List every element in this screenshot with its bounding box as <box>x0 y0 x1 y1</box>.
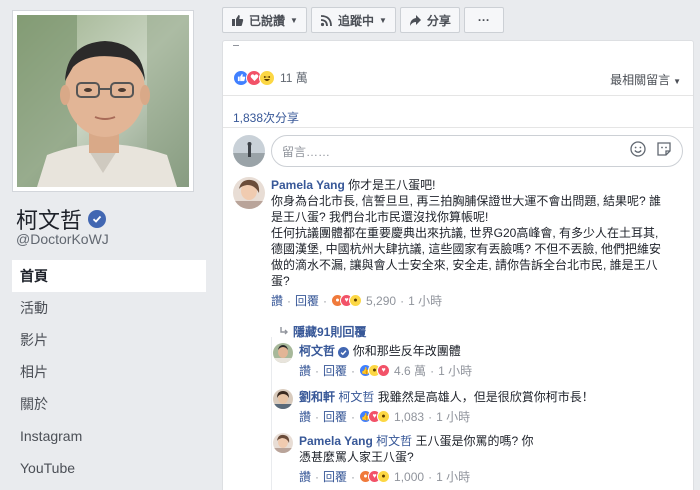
nav-item-youtube[interactable]: YouTube <box>12 452 206 484</box>
share-label: 分享 <box>426 13 451 28</box>
emoji-icon[interactable] <box>630 141 646 161</box>
reply-time[interactable]: 1 小時 <box>436 408 470 425</box>
reply-actions: 讚 · 回覆 · ● ♥ ● 1,000 · 1 小時 <box>299 468 471 485</box>
reaction-count: 11 萬 <box>280 71 308 85</box>
reply-time[interactable]: 1 小時 <box>436 468 470 485</box>
reply-link[interactable]: 回覆 <box>323 468 347 485</box>
page-nav: 首頁 活動 影片 相片 關於 Instagram YouTube <box>12 260 206 484</box>
hidden-replies-label: 隱藏91則回覆 <box>293 325 367 339</box>
reply-reactions[interactable]: 👍 ● ♥ 4.6 萬 <box>359 362 426 379</box>
verified-badge-icon <box>88 210 107 228</box>
haha-reaction-icon: ● <box>377 470 391 483</box>
nav-item-events[interactable]: 活動 <box>12 292 206 324</box>
nav-item-photos[interactable]: 相片 <box>12 356 206 388</box>
chevron-down-icon: ▼ <box>673 77 681 86</box>
reply-mention[interactable]: 柯文哲 <box>338 390 374 404</box>
comment-composer: 留言…… <box>233 135 683 167</box>
haha-reaction-icon <box>259 69 275 86</box>
reply-reactions[interactable]: 👍 ♥ ● 1,083 <box>359 410 424 424</box>
reply-mention[interactable]: 柯文哲 <box>376 434 412 448</box>
chevron-down-icon: ▼ <box>290 15 298 25</box>
following-label: 追蹤中 <box>337 13 374 28</box>
reply-time[interactable]: 1 小時 <box>438 362 472 379</box>
commenter-avatar[interactable] <box>233 177 265 209</box>
page-handle[interactable]: @DoctorKoWJ <box>16 231 109 247</box>
reply-reactions[interactable]: ● ♥ ● 1,000 <box>359 470 424 484</box>
reply-reaction-count: 1,000 <box>394 469 425 484</box>
haha-reaction-icon: ● <box>377 410 391 423</box>
reply: 柯文哲 你和那些反年改團體 讚 · 回覆 · 👍 ● ♥ 4.6 萬 · 1 小時 <box>273 343 683 379</box>
reply: Pamela Yang 柯文哲 王八蛋是你罵的嗎? 你憑甚麼罵人家王八蛋? 讚 ·… <box>273 433 683 485</box>
reply-author[interactable]: 柯文哲 <box>299 344 335 358</box>
reaction-summary[interactable]: 11 萬 <box>233 69 308 86</box>
reply-avatar[interactable] <box>273 433 293 453</box>
reply-link[interactable]: 回覆 <box>323 362 347 379</box>
divider <box>223 95 693 96</box>
profile-photo-image <box>17 15 189 187</box>
comment-input-placeholder: 留言…… <box>282 144 331 159</box>
divider <box>233 45 239 46</box>
nav-item-about[interactable]: 關於 <box>12 388 206 420</box>
reply-reaction-count: 1,083 <box>394 409 425 424</box>
reply-avatar[interactable] <box>273 343 293 363</box>
reply-text: 你和那些反年改團體 <box>352 344 461 358</box>
nav-item-instagram[interactable]: Instagram <box>12 420 206 452</box>
left-column: 柯文哲 @DoctorKoWJ 首頁 活動 影片 相片 關於 Instagram… <box>0 0 206 490</box>
current-user-avatar[interactable] <box>233 135 265 167</box>
post-card: 11 萬 最相關留言 ▼ 1,838次分享 留言…… Pamela Yang 你… <box>222 40 694 490</box>
haha-reaction-icon: ● <box>349 294 363 307</box>
liked-button[interactable]: 已說讚 ▼ <box>222 7 307 33</box>
reply: 劉和軒 柯文哲 我雖然是高雄人，但是很欣賞你柯市長！ 讚 · 回覆 · 👍 ♥ ● … <box>273 389 683 425</box>
share-button[interactable]: 分享 <box>399 7 460 33</box>
reply-avatar[interactable] <box>273 389 293 409</box>
comment-text: 你才是王八蛋吧! 你身為台北市長, 信誓旦旦, 再三拍胸脯保證世大運不會出問題,… <box>271 178 662 288</box>
following-button[interactable]: 追蹤中 ▼ <box>310 7 396 33</box>
rss-icon <box>320 14 332 26</box>
comment-input[interactable]: 留言…… <box>271 135 683 167</box>
main-column: 已說讚 ▼ 追蹤中 ▼ 分享 ··· 11 萬 最相關留言 ▼ 1,838次分享… <box>222 0 700 490</box>
chevron-down-icon: ▼ <box>378 15 387 25</box>
like-link[interactable]: 讚 <box>299 468 311 485</box>
sticker-icon[interactable] <box>656 141 672 161</box>
comment-reaction-count: 5,290 <box>366 293 397 308</box>
divider <box>223 127 693 128</box>
reply-actions: 讚 · 回覆 · 👍 ● ♥ 4.6 萬 · 1 小時 <box>299 362 473 379</box>
comment: Pamela Yang 你才是王八蛋吧! 你身為台北市長, 信誓旦旦, 再三拍胸… <box>233 177 673 309</box>
reply-actions: 讚 · 回覆 · 👍 ♥ ● 1,083 · 1 小時 <box>299 408 471 425</box>
comment-time[interactable]: 1 小時 <box>408 292 442 309</box>
share-count-link[interactable]: 1,838次分享 <box>233 109 299 126</box>
profile-picture[interactable] <box>12 10 194 192</box>
page-actions: 已說讚 ▼ 追蹤中 ▼ 分享 ··· <box>222 7 504 33</box>
comment-reactions[interactable]: ● ♥ ● 5,290 <box>331 294 396 308</box>
nav-item-home[interactable]: 首頁 <box>12 260 206 292</box>
reply-thread-line <box>271 337 272 490</box>
comment-sort-dropdown[interactable]: 最相關留言 ▼ <box>610 71 681 88</box>
reply-arrow-icon <box>279 325 289 339</box>
comment-actions: 讚 · 回覆 · ● ♥ ● 5,290 · 1 小時 <box>271 292 443 309</box>
thumbs-up-icon <box>232 14 244 26</box>
reply-reaction-count: 4.6 萬 <box>394 364 427 378</box>
liked-label: 已說讚 <box>249 13 286 28</box>
more-dots-icon: ··· <box>477 13 490 27</box>
reply-link[interactable]: 回覆 <box>323 408 347 425</box>
verified-badge-icon <box>338 347 350 358</box>
love-reaction-icon: ♥ <box>377 364 391 377</box>
reply-author[interactable]: 劉和軒 <box>299 390 335 404</box>
like-link[interactable]: 讚 <box>271 292 283 309</box>
nav-item-videos[interactable]: 影片 <box>12 324 206 356</box>
like-link[interactable]: 讚 <box>299 408 311 425</box>
hidden-replies-toggle[interactable]: 隱藏91則回覆 <box>279 323 366 340</box>
share-arrow-icon <box>409 14 421 26</box>
more-options-button[interactable]: ··· <box>463 7 504 33</box>
sort-label: 最相關留言 <box>610 73 671 87</box>
commenter-name[interactable]: Pamela Yang <box>271 178 345 192</box>
reply-link[interactable]: 回覆 <box>295 292 319 309</box>
reply-text: 我雖然是高雄人，但是很欣賞你柯市長！ <box>377 390 594 404</box>
like-link[interactable]: 讚 <box>299 362 311 379</box>
reply-author[interactable]: Pamela Yang <box>299 434 373 448</box>
